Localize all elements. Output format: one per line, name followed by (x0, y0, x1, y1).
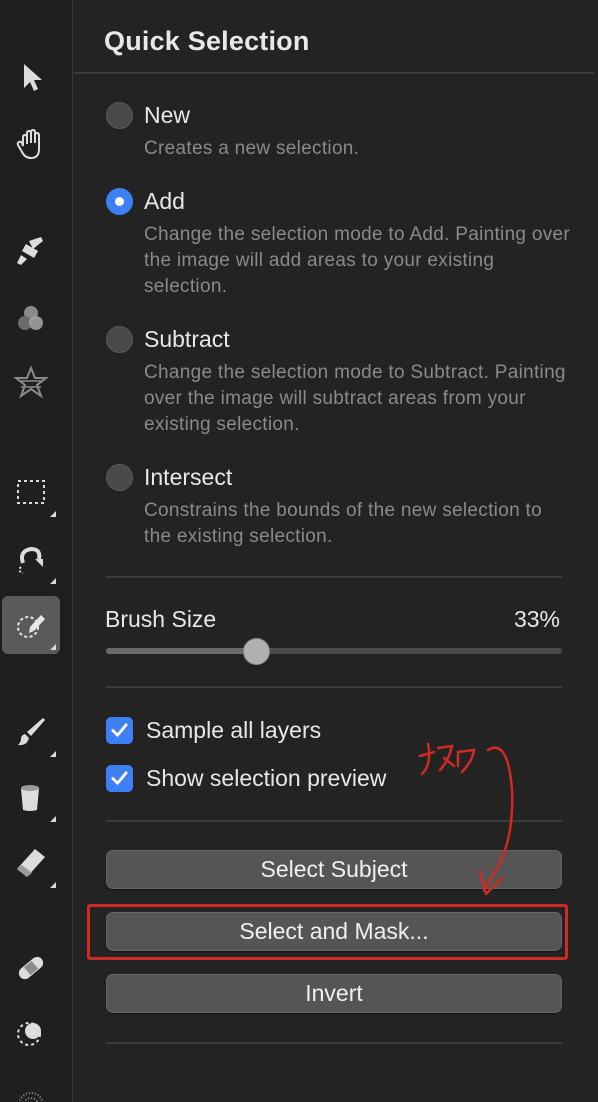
submenu-corner-icon (50, 578, 56, 584)
panel-title: Quick Selection (104, 26, 310, 56)
brush-size-value: 33% (513, 606, 560, 632)
submenu-corner-icon (50, 816, 56, 822)
heal-tool-button[interactable] (2, 939, 60, 997)
checkmark-icon (111, 723, 128, 737)
mode-subtract-label: Subtract (144, 326, 230, 352)
submenu-corner-icon (50, 751, 56, 757)
eraser-tool-button[interactable] (2, 834, 60, 892)
mode-intersect-label: Intersect (144, 464, 233, 490)
section-divider (106, 576, 562, 578)
color-circles-icon (18, 306, 43, 330)
sample-all-layers-label: Sample all layers (146, 717, 322, 743)
section-divider (106, 686, 562, 688)
clone-stamp-icon (17, 1022, 41, 1046)
quick-selection-tool-button[interactable] (2, 596, 60, 654)
move-tool-button[interactable] (2, 48, 60, 106)
invert-button[interactable]: Invert (106, 974, 562, 1013)
quick-selection-icon (17, 615, 45, 638)
mode-subtract-radio[interactable] (106, 326, 133, 353)
submenu-corner-icon (50, 644, 56, 650)
fill-bucket-icon (21, 785, 39, 811)
title-divider (74, 72, 594, 74)
magnetic-lasso-icon (18, 546, 43, 574)
eraser-icon (17, 849, 45, 877)
sample-all-layers-checkbox[interactable] (106, 717, 133, 744)
mode-new-radio[interactable] (106, 102, 133, 129)
mode-intersect-description: Constrains the bounds of the new selecti… (144, 500, 542, 547)
mode-new-description: Creates a new selection. (144, 138, 360, 159)
effects-tool-button[interactable] (2, 354, 60, 412)
lasso-tool-button[interactable] (2, 530, 60, 588)
mode-add-radio[interactable] (106, 188, 133, 215)
show-selection-preview-checkbox[interactable] (106, 765, 133, 792)
tools-toolbar (0, 0, 73, 1102)
clone-tool-button[interactable] (2, 1004, 60, 1062)
mode-add-description: Change the selection mode to Add. Painti… (144, 224, 571, 297)
brush-size-slider-fill (106, 648, 257, 654)
paint-tool-button[interactable] (2, 222, 60, 280)
move-arrow-icon (24, 64, 42, 91)
annotation-arrow-icon (418, 742, 514, 896)
paint-bucket-brush-icon (17, 237, 43, 265)
adjust-color-tool-button[interactable] (2, 290, 60, 348)
texture-brush-tool-button[interactable] (2, 1070, 60, 1102)
show-selection-preview-label: Show selection preview (146, 765, 387, 791)
brush-size-label: Brush Size (105, 606, 217, 632)
marquee-tool-button[interactable] (2, 463, 60, 521)
mode-add-label: Add (144, 188, 185, 214)
hand-tool-button[interactable] (2, 115, 60, 173)
mode-intersect-radio[interactable] (106, 464, 133, 491)
mode-new-label: New (144, 102, 191, 128)
submenu-corner-icon (50, 882, 56, 888)
fill-tool-button[interactable] (2, 768, 60, 826)
hand-icon (16, 128, 40, 160)
brush-tool-button[interactable] (2, 703, 60, 761)
annotation-highlight-box (87, 904, 568, 960)
bandage-heal-icon (18, 956, 44, 980)
submenu-corner-icon (50, 511, 56, 517)
paintbrush-icon (18, 718, 45, 746)
brush-size-slider[interactable] (106, 638, 562, 665)
dotted-brush-icon (18, 1092, 44, 1102)
star-filter-icon (13, 365, 49, 399)
section-divider (106, 1042, 562, 1044)
app-window: Quick Selection New Creates a new select… (0, 0, 598, 1102)
mode-subtract-description: Change the selection mode to Subtract. P… (144, 362, 566, 435)
checkmark-icon (111, 771, 128, 785)
brush-size-slider-thumb[interactable] (243, 638, 271, 665)
rectangle-select-icon (17, 480, 45, 504)
